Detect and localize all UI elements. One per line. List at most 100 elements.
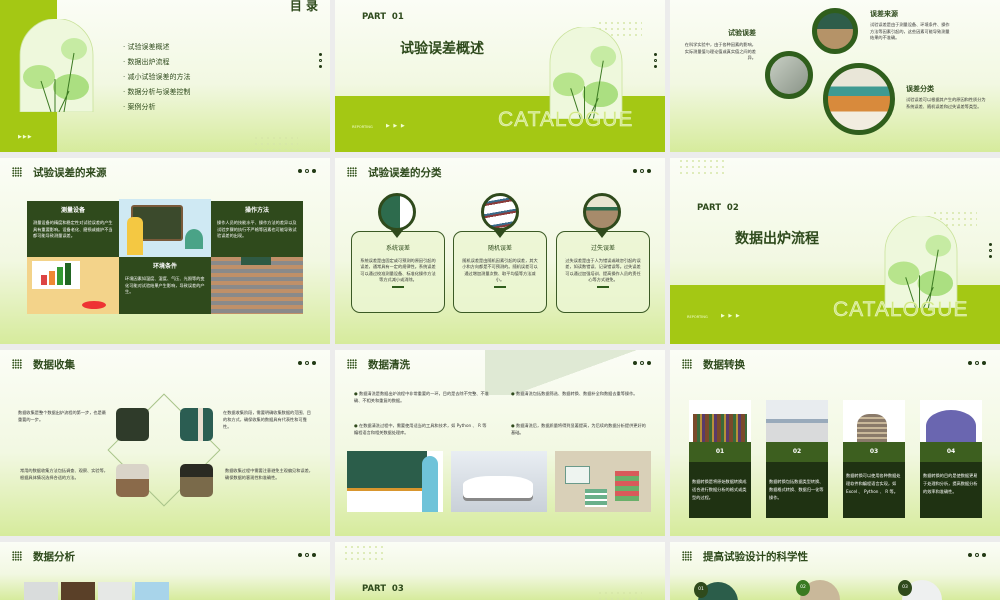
slide-part-03[interactable]: PART 03 [335,542,665,600]
flowchart-image [116,408,149,441]
toc-item[interactable]: · 数据出炉流程 [123,55,190,70]
chart-illustration [27,257,119,314]
overview-b-text: 试验误差是由于测量设备、环境条件、操作方法等因素引起的，这些因素可能导致测量结果… [870,22,950,40]
card-text: 操作人员的技能水平、操作方法的差异以及试验步骤的执行不严格等因素也可能导致试验误… [217,220,297,238]
transform-column: 03 数据转换可以使用各种数据处理软件和编程语言实现，如 Excel 、 Pyt… [843,400,905,518]
analysis-photo [98,582,132,600]
photo-classroom-small [812,8,858,54]
catalogue-watermark: CATALOGUE [498,108,634,132]
students-illustration [920,400,982,442]
step-text: 数据转换包括数据类型转换、数据格式转换、数据归一化等操作。 [766,462,828,518]
step-number: 01 [689,442,751,462]
card-title: 过失误差 [590,245,615,252]
slide-toc[interactable]: ▶▶▶ 目 录 · 试验误差概述 · 数据出炉流程 · 减小试验误差的方法 · … [0,0,330,152]
underline-decoration [392,286,404,289]
card-title: 测量设备 [60,207,85,214]
slide-part-01[interactable]: PART 01 试验误差概述 CATALOGUE REPORTING ▶ ▶ ▶ [335,0,665,152]
part-number: PART 01 [362,12,404,22]
page-indicator [968,553,986,557]
class-card-systematic: 系统误差 系统误差是由固定或可预测的原因引起的误差，通常具有一定的规律性。系统误… [351,231,445,313]
teacher-photo [180,408,213,441]
grid-dots-icon [682,359,692,369]
underline-decoration [597,286,609,289]
teacher-illustration [347,451,443,512]
clean-bullet: ● 数据清洗是数据出炉流程中非常重要的一环，目的是去除不完整、不准确、不相关和重… [354,391,489,403]
pin-classroom-image [583,193,621,231]
source-card-environment: 环境条件 环境因素如温度、湿度、气压、光照等的变化可能对试验结果产生影响，导致误… [119,257,211,314]
lecture-hall-photo [180,464,213,497]
slide-data-collection[interactable]: 数据收集 数据收集是整个数据出炉流程的第一步，也是最重要的一步。 在数据收集阶段… [0,350,330,536]
card-text: 过失误差是由于人为错误或疏忽引起的误差，如读数错误、记录错误等。过失误差可以通过… [565,258,641,282]
grid-dots-icon [347,167,357,177]
step-number: 02 [766,442,828,462]
card-title: 操作方法 [244,207,269,214]
grid-dots-icon [682,551,692,561]
card-title: 随机误差 [487,245,512,252]
slide-experiment-design[interactable]: 提高试验设计的科学性 01 02 03 [670,542,1000,600]
grid-dots-icon [12,359,22,369]
slide-title: 提高试验设计的科学性 [703,551,808,563]
reporting-label: REPORTING [687,315,708,319]
plant-arch-image [884,216,958,308]
page-indicator [654,53,657,68]
card-text: 系统误差是由固定或可预测的原因引起的误差，通常具有一定的规律性。系统误差可以通过… [360,258,436,282]
transform-column: 02 数据转换包括数据类型转换、数据格式转换、数据归一化等操作。 [766,400,828,518]
classroom-photo [211,257,303,314]
collect-text-3: 常用的数据收集方法包括调查、观察、实验等，根据具体情况选择合适的方法。 [20,468,108,480]
teacher-illustration [119,199,211,257]
step-number: 03 [843,442,905,462]
dot-pattern [343,544,383,560]
slide-title: 试验误差的分类 [368,167,442,179]
photo-equipment [765,51,813,99]
dot-pattern [678,158,726,176]
source-card-method: 操作方法 操作人员的技能水平、操作方法的差异以及试验步骤的执行不严格等因素也可能… [211,201,303,257]
arrows-decoration: ▶ ▶ ▶ [721,313,741,319]
pin-teacher-image [378,193,416,231]
slide-data-analysis[interactable]: 数据分析 [0,542,330,600]
card-title: 系统误差 [385,245,410,252]
step-badge: 02 [796,580,810,596]
slide-title: 数据分析 [33,551,75,563]
class-card-random: 随机误差 随机误差是由随机因素引起的误差，其大小和方向都是不可预测的。随机误差可… [453,231,547,313]
toc-item[interactable]: · 数据分析与误差控制 [123,85,190,100]
toc-item[interactable]: · 减小试验误差的方法 [123,70,190,85]
page-indicator [319,53,322,68]
card-text: 环境因素如温度、湿度、气压、光照等的变化可能对试验结果产生影响，导致误差的产生。 [125,276,205,294]
pin-books-image [481,193,519,231]
collect-text-4: 数据收集过程中需要注意避免主观偏见和误差，确保数据的客观性和准确性。 [225,468,313,480]
slide-error-sources[interactable]: 试验误差的来源 测量设备 测量设备的精度和稳定性对试验误差的产生具有重要影响。设… [0,158,330,344]
overview-c-text: 试验误差可以根据其产生的原因和性质分为系统误差、随机误差和过失误差等类型。 [906,97,986,109]
slide-title: 数据清洗 [368,359,410,371]
book-stack-image [843,400,905,442]
underline-decoration [494,286,506,289]
transform-column: 01 数据转换是将原始数据转换成适合进行数据分析的格式或类型的过程。 [689,400,751,518]
overview-a-title: 试验误差 [728,29,756,37]
slide-title: 数据收集 [33,359,75,371]
collect-text-2: 在数据收集阶段，需要明确收集数据的范围、目的和方式，确保收集的数据具有代表性和可… [223,410,311,429]
slide-error-classification[interactable]: 试验误差的分类 系统误差 系统误差是由固定或可预测的原因引起的误差，通常具有一定… [335,158,665,344]
toc-item[interactable]: · 试验误差概述 [123,40,190,55]
classroom-image [766,400,828,442]
slide-part-02[interactable]: PART 02 数据出炉流程 CATALOGUE REPORTING ▶ ▶ ▶ [670,158,1000,344]
collect-text-1: 数据收集是整个数据出炉流程的第一步，也是最重要的一步。 [18,410,106,422]
reporting-label: REPORTING [352,125,373,129]
toc-item[interactable]: · 案例分析 [123,100,190,115]
clean-bullet: ● 数据清洗后，数据质量将得到显著提高，为后续的数据分析提供更好的基础。 [511,423,646,435]
step-text: 数据转换的目的是使数据更易于处理和分析，提高数据分析的效率和准确性。 [920,462,982,518]
clean-bullet: ● 数据清洗包括数据筛选、数据转换、数据补全和数据去重等操作。 [511,391,638,396]
plant-arch-image [19,19,94,112]
plant-arch-image [549,27,623,119]
page-indicator [633,169,651,173]
overview-a-text: 在科学实验中，由于各种因素的影响，实际测量值与理论值或真实值之间的差异。 [684,42,756,60]
slide-data-transformation[interactable]: 数据转换 01 数据转换是将原始数据转换成适合进行数据分析的格式或类型的过程。 … [670,350,1000,536]
page-indicator [968,361,986,365]
pin-tip [493,229,507,238]
clean-bullet: ● 在数据清洗过程中，需要使用适当的工具和技术，如 Python 、 R 等编程… [354,423,487,435]
part-number: PART 03 [362,584,404,594]
step-text: 数据转换是将原始数据转换成适合进行数据分析的格式或类型的过程。 [689,462,751,518]
toc-title: 目 录 [289,0,318,13]
page-indicator [298,169,316,173]
pin-tip [390,229,404,238]
slide-error-overview[interactable]: 试验误差 在科学实验中，由于各种因素的影响，实际测量值与理论值或真实值之间的差异… [670,0,1000,152]
slide-data-cleaning[interactable]: 数据清洗 ● 数据清洗是数据出炉流程中非常重要的一环，目的是去除不完整、不准确、… [335,350,665,536]
